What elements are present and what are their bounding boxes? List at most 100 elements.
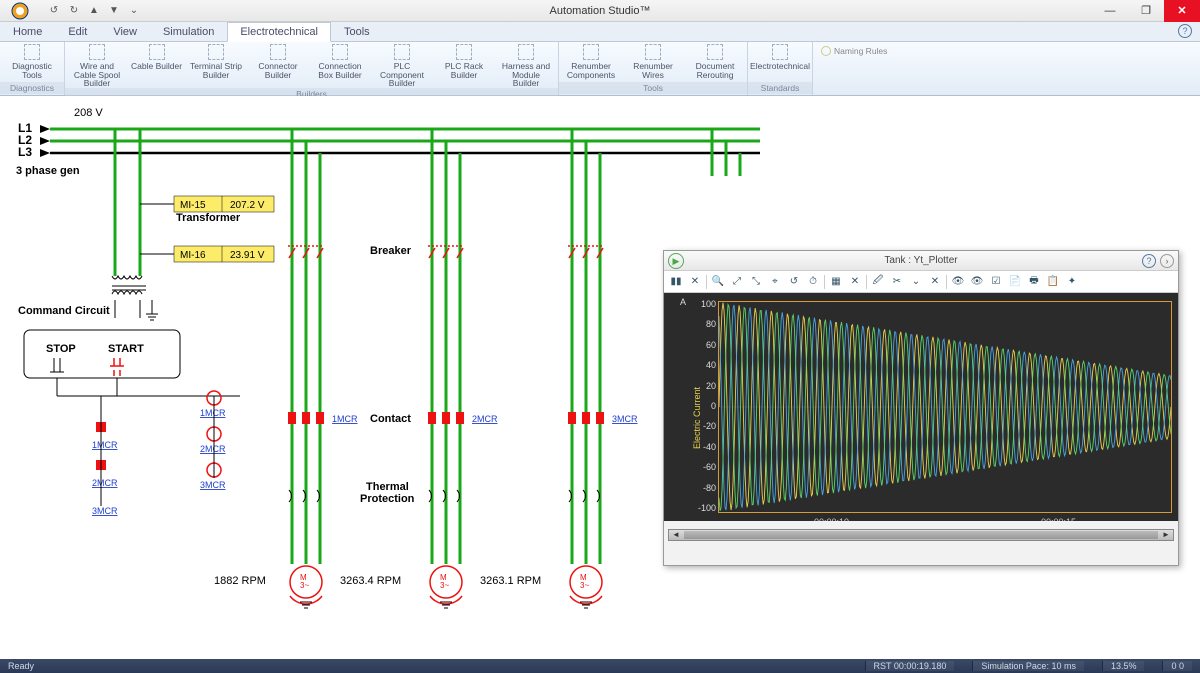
titlebar: ↺ ↻ ▲ ▼ ⌄ Automation Studio™ — ❐ ✕ xyxy=(0,0,1200,22)
ribbon-cable-builder[interactable]: Cable Builder xyxy=(131,44,182,71)
status-zoom[interactable]: 13.5% xyxy=(1102,661,1145,671)
window-close-button[interactable]: ✕ xyxy=(1164,0,1200,22)
workspace: 208 V L1 L2 L3 3 phase gen Transformer M… xyxy=(0,96,1200,659)
qat-redo-icon[interactable]: ↻ xyxy=(66,3,82,19)
qat-up-icon[interactable]: ▲ xyxy=(86,3,102,19)
tab-home[interactable]: Home xyxy=(0,22,55,41)
ribbon-harness-module-builder[interactable]: Harness and Module Builder xyxy=(498,44,554,88)
plotter-tool-17[interactable]: 📄 xyxy=(1007,274,1023,290)
ribbon-group-tools: Renumber Components Renumber Wires Docum… xyxy=(559,42,748,95)
ribbon-renumber-components[interactable]: Renumber Components xyxy=(563,44,619,79)
qat-down-icon[interactable]: ▼ xyxy=(106,3,122,19)
plotter-tool-19[interactable]: 📋 xyxy=(1045,274,1061,290)
svg-text:3~: 3~ xyxy=(440,581,449,590)
phase-arrow-icon xyxy=(40,125,50,133)
plotter-tool-8[interactable]: ▦ xyxy=(828,274,844,290)
svg-text:MI-16: MI-16 xyxy=(180,250,206,261)
plotter-tool-14[interactable]: 👁 xyxy=(950,274,966,290)
harness-icon xyxy=(518,44,534,60)
plotter-tool-9[interactable]: ✕ xyxy=(847,274,863,290)
svg-text:207.2 V: 207.2 V xyxy=(230,200,265,211)
tab-view[interactable]: View xyxy=(100,22,150,41)
plot-scrollbar[interactable]: ◄ ► xyxy=(668,529,1174,541)
ribbon-connection-box-builder[interactable]: Connection Box Builder xyxy=(312,44,368,79)
renumber-wires-icon xyxy=(645,44,661,60)
ribbon-group-builders: Wire and Cable Spool Builder Cable Build… xyxy=(65,42,559,95)
motor-branch-2[interactable]: 2MCR M3~ xyxy=(428,129,498,608)
thermal-label: ThermalProtection xyxy=(360,481,415,505)
plotter-tool-0[interactable]: ▮▮ xyxy=(668,274,684,290)
cable-icon xyxy=(149,44,165,60)
motor1-rpm: 1882 RPM xyxy=(214,575,266,587)
plotter-tool-20[interactable]: ✦ xyxy=(1064,274,1080,290)
plot-canvas[interactable] xyxy=(718,301,1172,513)
naming-rules-icon xyxy=(821,46,831,56)
motor-branch-3[interactable]: 3MCR M3~ xyxy=(568,129,638,608)
tab-simulation[interactable]: Simulation xyxy=(150,22,227,41)
stop-label: STOP xyxy=(46,343,76,355)
plotter-tool-13[interactable]: ✕ xyxy=(927,274,943,290)
plotter-tool-6[interactable]: ↺ xyxy=(786,274,802,290)
tab-edit[interactable]: Edit xyxy=(55,22,100,41)
window-maximize-button[interactable]: ❐ xyxy=(1128,0,1164,22)
ribbon-group-label: Tools xyxy=(559,82,747,94)
svg-text:23.91 V: 23.91 V xyxy=(230,250,265,261)
plotter-tool-12[interactable]: ⌄ xyxy=(908,274,924,290)
ribbon-terminal-strip-builder[interactable]: Terminal Strip Builder xyxy=(188,44,244,79)
tab-tools[interactable]: Tools xyxy=(331,22,383,41)
motor-branch-1[interactable]: 1MCR M3~ xyxy=(288,129,358,608)
plotter-collapse-icon[interactable]: › xyxy=(1160,254,1174,268)
ribbon-plc-component-builder[interactable]: PLC Component Builder xyxy=(374,44,430,88)
plotter-tool-4[interactable]: ⤡ xyxy=(748,274,764,290)
scroll-thumb[interactable] xyxy=(684,531,1158,539)
svg-text:3MCR: 3MCR xyxy=(612,414,638,424)
transformer-branch[interactable] xyxy=(112,129,158,320)
plotter-tool-15[interactable]: 👁 xyxy=(969,274,985,290)
phase-l3-label: L3 xyxy=(18,145,32,159)
document-rerouting-icon xyxy=(707,44,723,60)
plotter-tool-18[interactable]: 🖶 xyxy=(1026,274,1042,290)
measurement-mi16[interactable]: MI-16 23.91 V xyxy=(174,246,274,262)
diagnostic-tools-icon xyxy=(24,44,40,60)
plotter-tool-7[interactable]: ⏱ xyxy=(805,274,821,290)
svg-text:1MCR: 1MCR xyxy=(200,408,226,418)
svg-text:2MCR: 2MCR xyxy=(200,444,226,454)
plotter-run-icon[interactable]: ▶ xyxy=(668,253,684,269)
plotter-tool-5[interactable]: ⌖ xyxy=(767,274,783,290)
app-logo[interactable] xyxy=(0,2,40,20)
ribbon-wire-cable-spool-builder[interactable]: Wire and Cable Spool Builder xyxy=(69,44,125,88)
ribbon-document-rerouting[interactable]: Document Rerouting xyxy=(687,44,743,79)
scroll-left-icon[interactable]: ◄ xyxy=(669,530,683,540)
window-minimize-button[interactable]: — xyxy=(1092,0,1128,22)
measurement-mi15[interactable]: MI-15 207.2 V xyxy=(174,196,274,212)
ladder-contacts[interactable]: 1MCR 2MCR 3MCR xyxy=(92,422,118,516)
plc-component-icon xyxy=(394,44,410,60)
tab-electrotechnical[interactable]: Electrotechnical xyxy=(227,22,331,42)
plotter-tool-3[interactable]: ⤢ xyxy=(729,274,745,290)
ribbon-tabs: Home Edit View Simulation Electrotechnic… xyxy=(0,22,1200,42)
ladder-coils[interactable]: 1MCR 2MCR 3MCR xyxy=(200,391,226,490)
ribbon-electrotechnical-standard[interactable]: Electrotechnical xyxy=(752,44,808,71)
ribbon-diagnostic-tools[interactable]: Diagnostic Tools xyxy=(4,44,60,79)
qat-dropdown-icon[interactable]: ⌄ xyxy=(126,3,142,19)
ribbon-plc-rack-builder[interactable]: PLC Rack Builder xyxy=(436,44,492,79)
statusbar: Ready RST 00:00:19.180 Simulation Pace: … xyxy=(0,659,1200,673)
plotter-tool-2[interactable]: 🔍 xyxy=(710,274,726,290)
plotter-tool-1[interactable]: ✕ xyxy=(687,274,703,290)
scroll-right-icon[interactable]: ► xyxy=(1159,530,1173,540)
plotter-help-icon[interactable]: ? xyxy=(1142,254,1156,268)
plotter-titlebar[interactable]: ▶ Tank : Yt_Plotter ? › xyxy=(664,251,1178,271)
svg-text:3MCR: 3MCR xyxy=(92,506,118,516)
help-icon[interactable]: ? xyxy=(1178,24,1192,38)
qat-undo-icon[interactable]: ↺ xyxy=(46,3,62,19)
plotter-tool-10[interactable]: 🖉 xyxy=(870,274,886,290)
plotter-tool-11[interactable]: ✂ xyxy=(889,274,905,290)
toolbar-separator xyxy=(946,275,947,289)
ribbon-connector-builder[interactable]: Connector Builder xyxy=(250,44,306,79)
plotter-panel[interactable]: ▶ Tank : Yt_Plotter ? › ▮▮✕🔍⤢⤡⌖↺⏱▦✕🖉✂⌄✕👁… xyxy=(663,250,1179,566)
terminal-strip-icon xyxy=(208,44,224,60)
svg-text:3MCR: 3MCR xyxy=(200,480,226,490)
plotter-tool-16[interactable]: ☑ xyxy=(988,274,1004,290)
ribbon-renumber-wires[interactable]: Renumber Wires xyxy=(625,44,681,79)
ribbon-naming-rules[interactable]: Naming Rules xyxy=(813,42,895,95)
